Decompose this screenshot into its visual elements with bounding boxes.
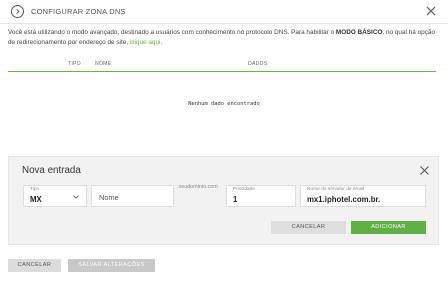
add-entry-button[interactable]: ADICIONAR	[351, 221, 426, 234]
column-header-type[interactable]: TIPO	[68, 61, 81, 67]
column-header-data[interactable]: DADOS	[248, 61, 267, 67]
dialog-header: CONFIGURAR ZONA DNS	[0, 0, 448, 24]
basic-mode-label: MODO BÁSICO	[335, 29, 383, 36]
priority-input[interactable]: Prioridade 1	[226, 185, 296, 207]
cancel-entry-button[interactable]: CANCELAR	[271, 221, 346, 234]
priority-label: Prioridade	[233, 187, 255, 192]
priority-value: 1	[233, 195, 238, 204]
domain-suffix: .seudominio.com	[177, 184, 218, 190]
cancel-button[interactable]: CANCELAR	[8, 259, 61, 272]
empty-table-message: Nenhum dado encontrado	[188, 101, 260, 107]
chevron-right-icon	[16, 8, 20, 15]
save-changes-button[interactable]: SALVAR ALTERAÇÕES	[68, 259, 155, 272]
description-text: Você está utilizando o modo avançado, de…	[8, 29, 336, 36]
click-here-link[interactable]: clique aqui	[130, 39, 161, 46]
chevron-down-icon	[73, 195, 79, 199]
close-icon[interactable]	[419, 165, 430, 176]
column-header-name[interactable]: NOME	[95, 61, 111, 67]
dialog-title: CONFIGURAR ZONA DNS	[31, 7, 126, 16]
header-divider	[0, 23, 448, 24]
mail-server-value: mx1.iphotel.com.br.	[307, 195, 381, 204]
back-button[interactable]	[11, 5, 24, 18]
name-input[interactable]: Nome	[91, 185, 174, 207]
mail-server-input[interactable]: Nome do servidor de email mx1.iphotel.co…	[300, 185, 426, 207]
type-select[interactable]: Tipo MX	[23, 185, 87, 207]
description-end: .	[160, 39, 163, 46]
mode-description: Você está utilizando o modo avançado, de…	[8, 28, 438, 48]
close-icon[interactable]	[425, 5, 437, 17]
new-entry-panel: Nova entrada Tipo MX Nome Prioridade 1 N…	[8, 156, 439, 245]
name-placeholder: Nome	[99, 193, 119, 202]
new-entry-title: Nova entrada	[22, 165, 81, 176]
mail-server-label: Nome do servidor de email	[307, 187, 365, 192]
type-value: MX	[30, 195, 42, 204]
type-label: Tipo	[30, 187, 40, 192]
records-table-header: TIPO NOME DADOS	[8, 58, 436, 72]
